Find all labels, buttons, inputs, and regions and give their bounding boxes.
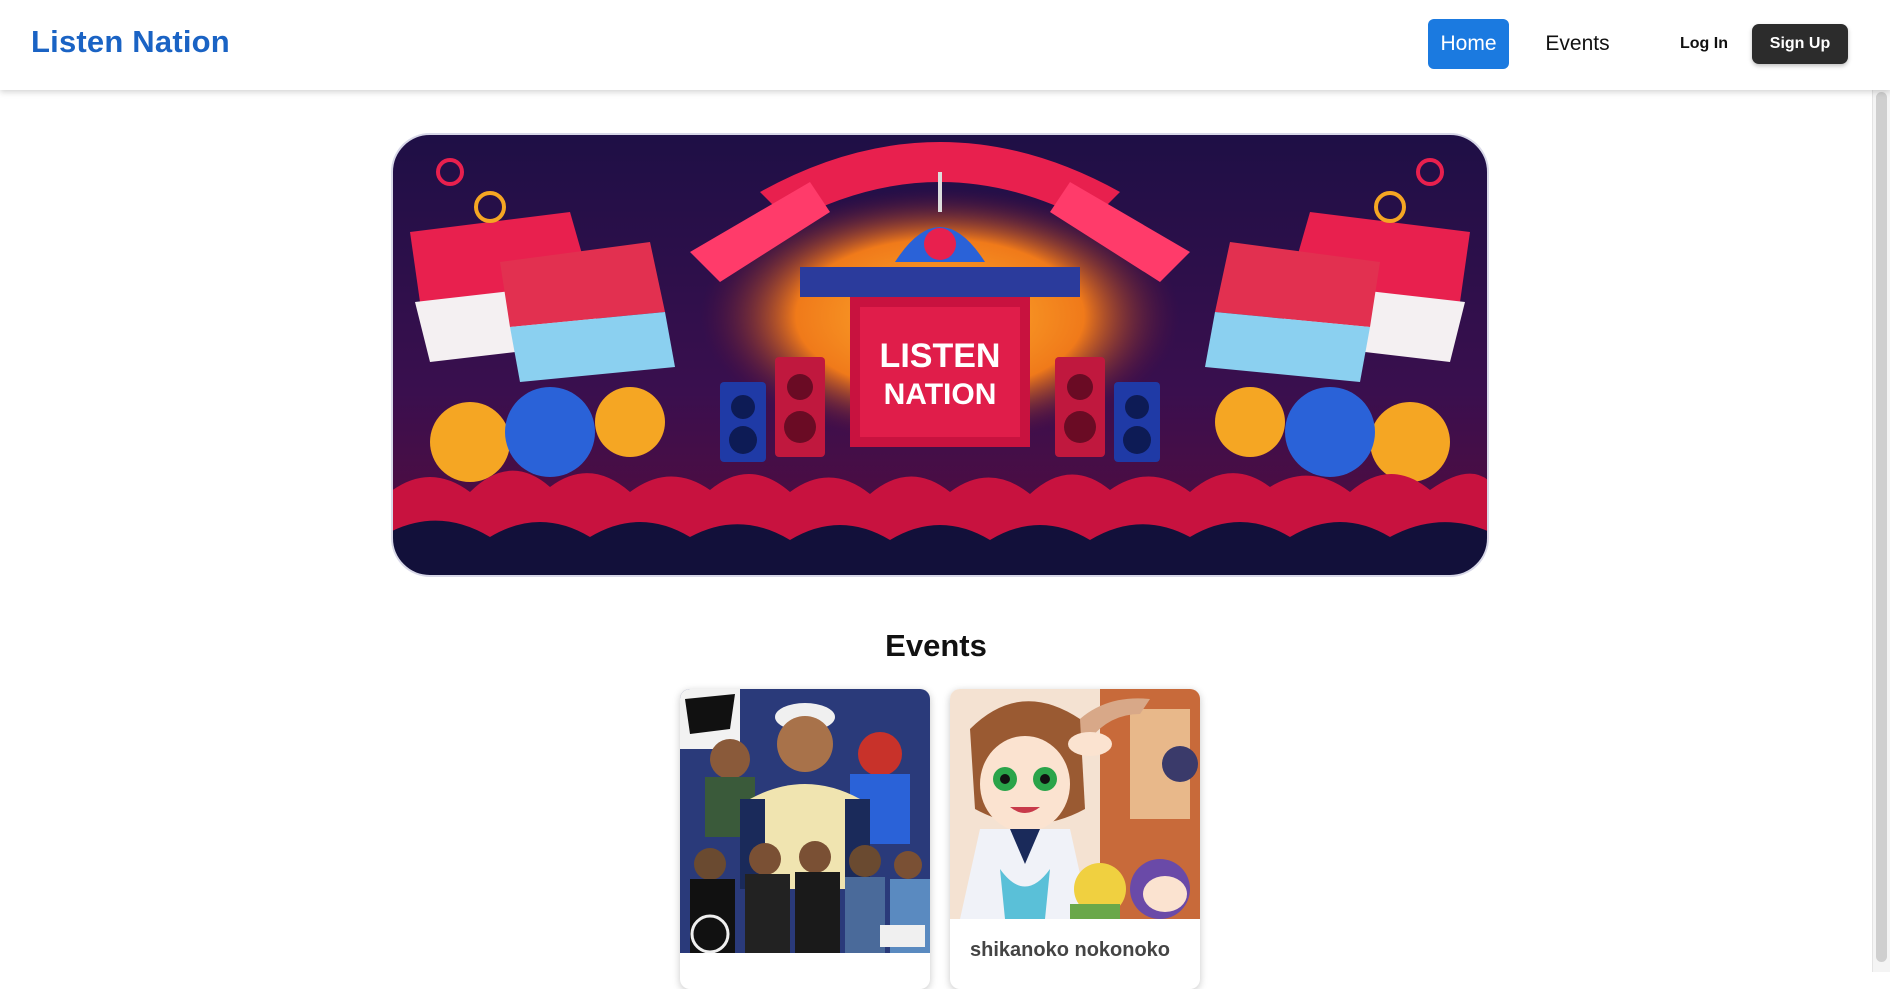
nav-events-link[interactable]: Events [1530,19,1625,69]
page-scrollbar[interactable] [1872,0,1890,972]
scrollbar-thumb[interactable] [1876,92,1887,962]
brand-logo[interactable]: Listen Nation [31,24,230,60]
events-section-title: Events [885,628,987,663]
login-button[interactable]: Log In [1660,24,1748,64]
event-card[interactable]: shikanoko nokonoko [950,689,1200,989]
event-card-image [950,689,1200,919]
hero-banner-image: LISTEN NATION [391,133,1489,577]
banner-text-line1: LISTEN [880,337,1001,375]
event-card[interactable] [680,689,930,989]
event-card-image [680,689,930,953]
top-navbar: Listen Nation Home Events Log In Sign Up [0,0,1890,90]
banner-text-line2: NATION [884,378,997,411]
signup-button[interactable]: Sign Up [1752,24,1848,64]
nav-home-link[interactable]: Home [1428,19,1509,69]
event-card-title[interactable]: shikanoko nokonoko [970,939,1170,962]
